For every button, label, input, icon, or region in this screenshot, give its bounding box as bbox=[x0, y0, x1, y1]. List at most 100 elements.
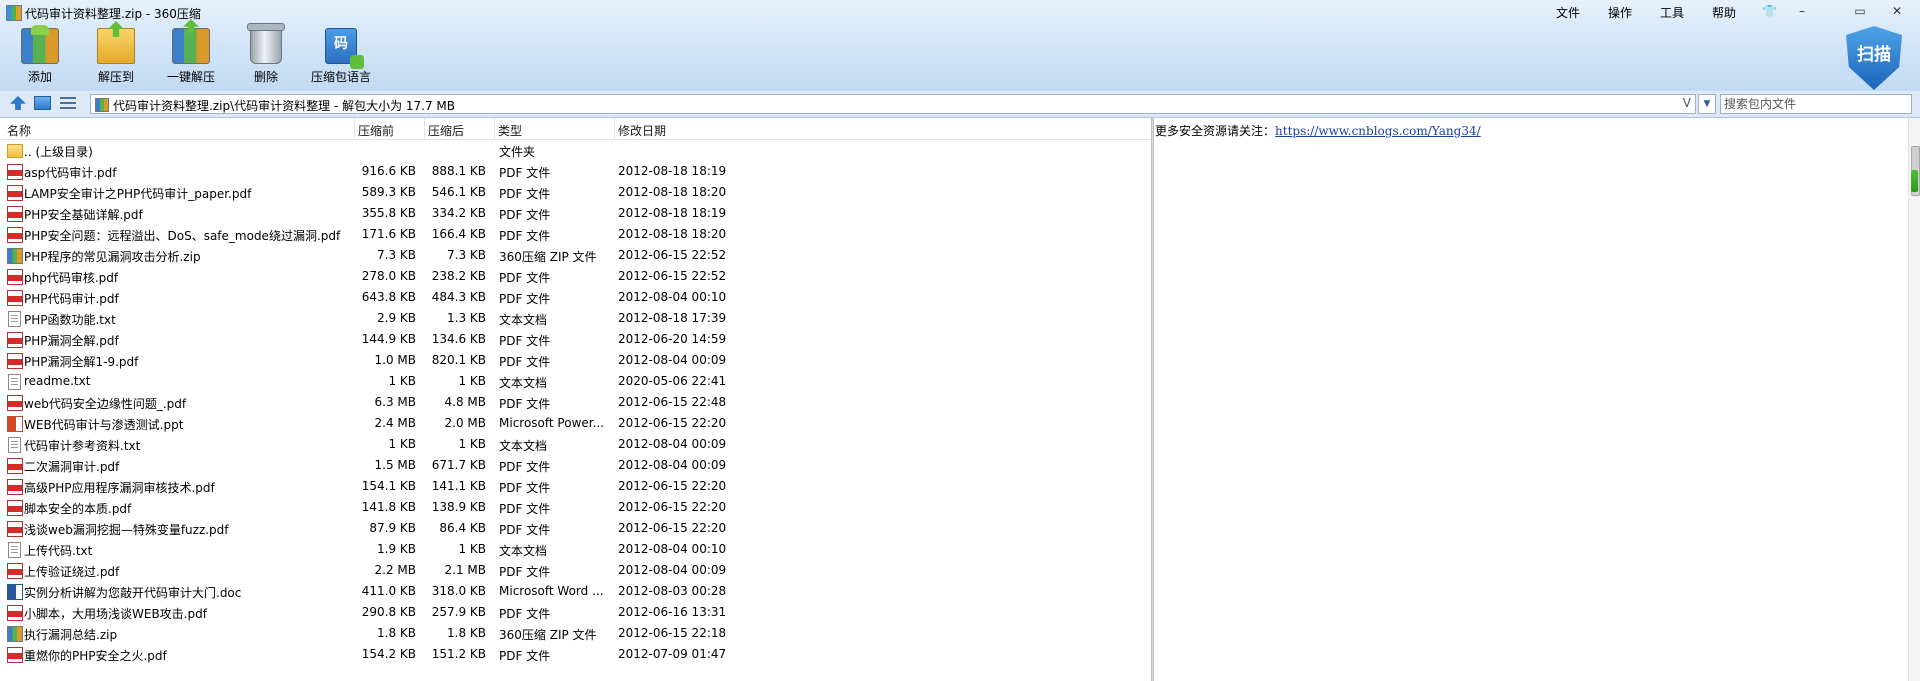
size-before: 290.8 KB bbox=[361, 605, 416, 619]
table-row[interactable]: 浅谈web漏洞挖掘—特殊变量fuzz.pdf 87.9 KB 86.4 KB PDF … bbox=[0, 517, 1151, 538]
zip-icon bbox=[95, 98, 109, 112]
menu-help[interactable]: 帮助 bbox=[1712, 4, 1736, 21]
menu-tools[interactable]: 工具 bbox=[1660, 4, 1684, 21]
modified-date: 2012-08-03 00:28 bbox=[618, 584, 727, 598]
pdf-file-icon bbox=[7, 164, 23, 180]
table-row[interactable]: PHP代码审计.pdf 643.8 KB 484.3 KB PDF 文件 2012-08… bbox=[0, 286, 1151, 307]
menu-file[interactable]: 文件 bbox=[1556, 4, 1580, 21]
one-click-extract-button[interactable]: 一键解压 bbox=[156, 28, 226, 88]
modified-date: 2012-07-09 01:47 bbox=[618, 647, 727, 661]
size-before: 589.3 KB bbox=[361, 185, 416, 199]
text-file-icon bbox=[8, 311, 21, 327]
size-after: 86.4 KB bbox=[439, 521, 486, 535]
scan-shield-button[interactable]: 扫描 bbox=[1846, 26, 1902, 90]
table-row[interactable]: LAMP安全审计之PHP代码审计_paper.pdf 589.3 KB 546.1 … bbox=[0, 181, 1151, 202]
table-row[interactable]: PHP程序的常见漏洞攻击分析.zip 7.3 KB 7.3 KB 360压缩 ZIP … bbox=[0, 244, 1151, 265]
path-dropdown-chevron-icon[interactable]: ▼ bbox=[1698, 94, 1716, 114]
pdf-file-icon bbox=[7, 479, 23, 495]
table-row[interactable]: 代码审计参考资料.txt 1 KB 1 KB 文本文档 2012-08-04 00:09 bbox=[0, 433, 1151, 454]
file-name: PHP代码审计.pdf bbox=[24, 292, 119, 306]
modified-date: 2012-08-18 18:19 bbox=[618, 164, 727, 178]
table-row[interactable]: 重燃你的PHP安全之火.pdf 154.2 KB 151.2 KB PDF 文件 201… bbox=[0, 643, 1151, 664]
comment-panel: 更多安全资源请关注：https://www.cnblogs.com/Yang34… bbox=[1155, 118, 1902, 681]
table-row[interactable]: 执行漏洞总结.zip 1.8 KB 1.8 KB 360压缩 ZIP 文件 2012-0… bbox=[0, 622, 1151, 643]
table-row[interactable]: php代码审核.pdf 278.0 KB 238.2 KB PDF 文件 2012-06… bbox=[0, 265, 1151, 286]
up-arrow-icon[interactable] bbox=[10, 96, 26, 110]
size-before: 1 KB bbox=[388, 374, 416, 388]
zip-file-icon bbox=[7, 248, 23, 264]
scrollbar-grip[interactable] bbox=[1911, 170, 1918, 192]
comment-link[interactable]: https://www.cnblogs.com/Yang34/ bbox=[1275, 124, 1481, 138]
path-history-toggle[interactable]: V bbox=[1683, 96, 1691, 110]
file-list: 名称 压缩前 压缩后 类型 修改日期 .. (上级目录) 文件夹 asp代码审计.p… bbox=[0, 118, 1151, 681]
size-after: 166.4 KB bbox=[431, 227, 486, 241]
column-after[interactable]: 压缩后 bbox=[428, 122, 464, 139]
table-row[interactable]: .. (上级目录) 文件夹 bbox=[0, 139, 1151, 160]
archive-language-button[interactable]: 码 压缩包语言 bbox=[306, 28, 376, 88]
size-before: 7.3 KB bbox=[377, 248, 416, 262]
file-rows: .. (上级目录) 文件夹 asp代码审计.pdf 916.6 KB 888.1 KB P… bbox=[0, 139, 1151, 664]
minimize-icon[interactable]: – bbox=[1795, 4, 1809, 18]
column-name[interactable]: 名称 bbox=[7, 122, 31, 139]
list-view-icon[interactable] bbox=[60, 96, 76, 110]
column-before[interactable]: 压缩前 bbox=[358, 122, 394, 139]
size-before: 2.9 KB bbox=[377, 311, 416, 325]
text-file-icon bbox=[8, 437, 21, 453]
table-row[interactable]: PHP漏洞全解.pdf 144.9 KB 134.6 KB PDF 文件 2012-06… bbox=[0, 328, 1151, 349]
comment-scrollbar[interactable] bbox=[1908, 118, 1920, 681]
delete-button[interactable]: 删除 bbox=[231, 23, 301, 88]
size-after: 141.1 KB bbox=[431, 479, 486, 493]
menu-operation[interactable]: 操作 bbox=[1608, 4, 1632, 21]
table-row[interactable]: 二次漏洞审计.pdf 1.5 MB 671.7 KB PDF 文件 2012-08-04… bbox=[0, 454, 1151, 475]
column-type[interactable]: 类型 bbox=[498, 122, 522, 139]
size-before: 154.2 KB bbox=[361, 647, 416, 661]
panel-splitter[interactable] bbox=[1151, 118, 1154, 681]
file-name: LAMP安全审计之PHP代码审计_paper.pdf bbox=[24, 187, 252, 201]
file-type: PDF 文件 bbox=[499, 187, 551, 201]
table-row[interactable]: 高级PHP应用程序漏洞审核技术.pdf 154.1 KB 141.1 KB PDF 文… bbox=[0, 475, 1151, 496]
table-row[interactable]: PHP安全问题：远程溢出、DoS、safe_mode绕过漏洞.pdf 171.6 … bbox=[0, 223, 1151, 244]
file-name: 二次漏洞审计.pdf bbox=[24, 460, 120, 474]
view-icon[interactable] bbox=[34, 96, 51, 110]
title-bar: 代码审计资料整理.zip - 360压缩 文件 操作 工具 帮助 👕 – ▭ ✕ bbox=[0, 0, 1920, 24]
table-row[interactable]: asp代码审计.pdf 916.6 KB 888.1 KB PDF 文件 2012-08… bbox=[0, 160, 1151, 181]
path-input[interactable]: 代码审计资料整理.zip\代码审计资料整理 - 解包大小为 17.7 MB V bbox=[90, 94, 1696, 114]
restore-icon[interactable]: ▭ bbox=[1853, 4, 1867, 18]
modified-date: 2012-08-04 00:09 bbox=[618, 437, 727, 451]
file-name: 上传代码.txt bbox=[24, 544, 93, 558]
pdf-file-icon bbox=[7, 269, 23, 285]
search-box[interactable] bbox=[1720, 94, 1912, 114]
skin-icon[interactable]: 👕 bbox=[1762, 4, 1777, 18]
table-row[interactable]: 小脚本，大用场浅谈WEB攻击.pdf 290.8 KB 257.9 KB PDF 文件… bbox=[0, 601, 1151, 622]
table-row[interactable]: PHP漏洞全解1-9.pdf 1.0 MB 820.1 KB PDF 文件 2012-0… bbox=[0, 349, 1151, 370]
list-header: 名称 压缩前 压缩后 类型 修改日期 bbox=[0, 118, 1151, 140]
file-type: 文本文档 bbox=[499, 439, 548, 453]
size-before: 87.9 KB bbox=[369, 521, 416, 535]
extract-to-button[interactable]: 解压到 bbox=[81, 28, 151, 88]
table-row[interactable]: web代码安全边缘性问题_.pdf 6.3 MB 4.8 MB PDF 文件 2012-… bbox=[0, 391, 1151, 412]
table-row[interactable]: WEB代码审计与渗透测试.ppt 2.4 MB 2.0 MB Microsoft Po… bbox=[0, 412, 1151, 433]
modified-date: 2012-08-18 17:39 bbox=[618, 311, 727, 325]
column-date[interactable]: 修改日期 bbox=[618, 122, 666, 139]
table-row[interactable]: readme.txt 1 KB 1 KB 文本文档 2020-05-06 22:41 bbox=[0, 370, 1151, 391]
table-row[interactable]: PHP安全基础详解.pdf 355.8 KB 334.2 KB PDF 文件 2012-… bbox=[0, 202, 1151, 223]
size-before: 1.9 KB bbox=[377, 542, 416, 556]
table-row[interactable]: 实例分析讲解为您敲开代码审计大门.doc 411.0 KB 318.0 KB Micr… bbox=[0, 580, 1151, 601]
table-row[interactable]: 上传验证绕过.pdf 2.2 MB 2.1 MB PDF 文件 2012-08-04 0… bbox=[0, 559, 1151, 580]
add-button[interactable]: 添加 bbox=[5, 25, 75, 88]
file-name: .. (上级目录) bbox=[24, 145, 93, 159]
table-row[interactable]: 脚本安全的本质.pdf 141.8 KB 138.9 KB PDF 文件 2012-06… bbox=[0, 496, 1151, 517]
search-input[interactable] bbox=[1721, 95, 1911, 113]
table-row[interactable]: PHP函数功能.txt 2.9 KB 1.3 KB 文本文档 2012-08-18 17… bbox=[0, 307, 1151, 328]
file-type: 360压缩 ZIP 文件 bbox=[499, 628, 597, 642]
table-row[interactable]: 上传代码.txt 1.9 KB 1 KB 文本文档 2012-08-04 00:10 bbox=[0, 538, 1151, 559]
size-after: 134.6 KB bbox=[431, 332, 486, 346]
folder-icon bbox=[7, 144, 23, 158]
file-name: asp代码审计.pdf bbox=[24, 166, 117, 180]
file-name: PHP安全问题：远程溢出、DoS、safe_mode绕过漏洞.pdf bbox=[24, 229, 341, 243]
file-type: PDF 文件 bbox=[499, 334, 551, 348]
size-before: 643.8 KB bbox=[361, 290, 416, 304]
file-name: 重燃你的PHP安全之火.pdf bbox=[24, 649, 167, 663]
pdf-file-icon bbox=[7, 521, 23, 537]
close-icon[interactable]: ✕ bbox=[1890, 4, 1904, 18]
